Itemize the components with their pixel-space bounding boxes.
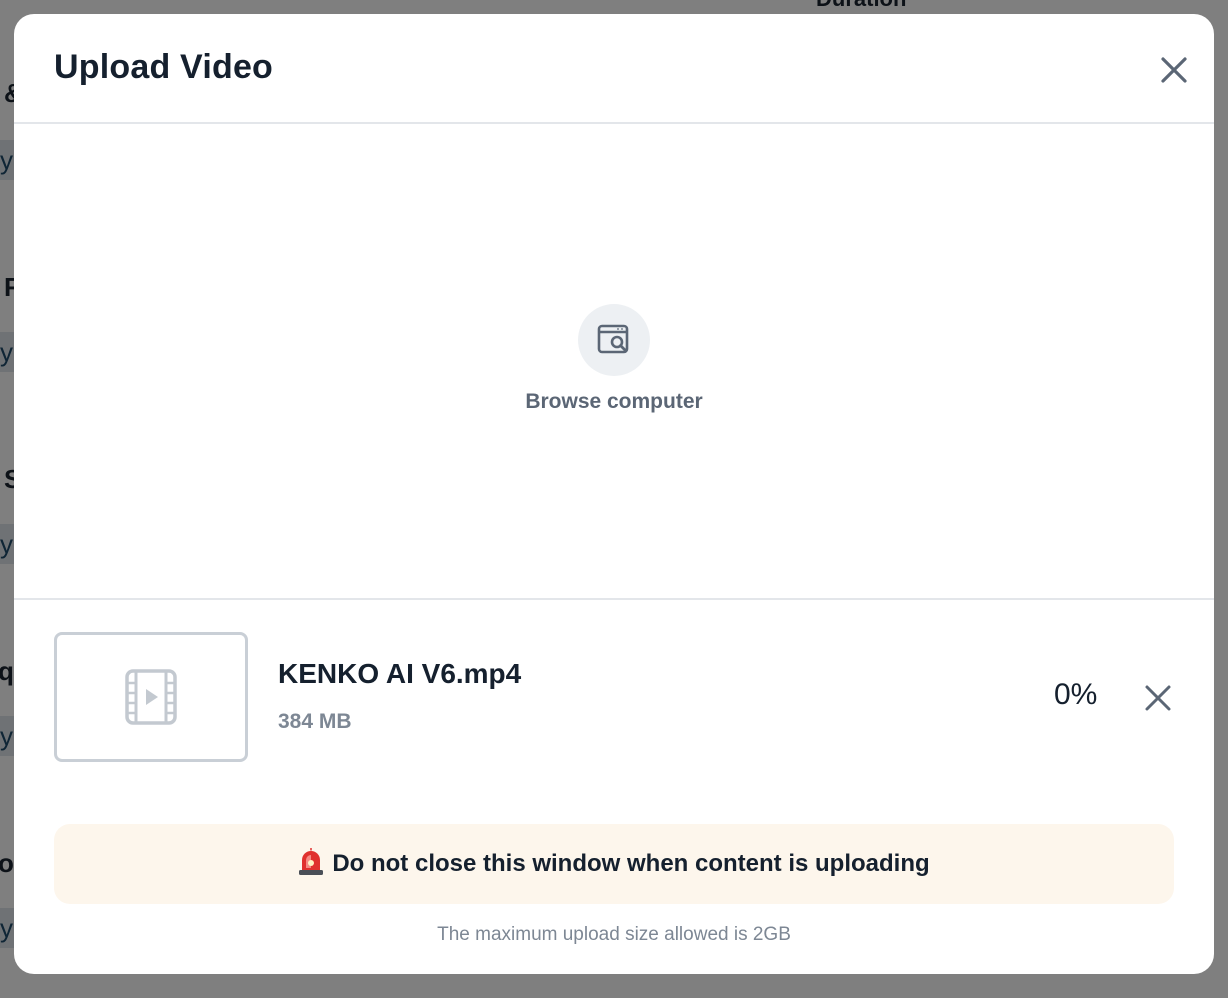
file-size: 384 MB — [278, 710, 352, 733]
close-icon — [1161, 57, 1187, 83]
video-thumbnail — [54, 632, 248, 762]
browser-search-icon — [597, 324, 629, 354]
upload-warning-banner: Do not close this window when content is… — [54, 824, 1174, 904]
file-name: KENKO AI V6.mp4 — [278, 658, 522, 689]
browse-computer-button[interactable]: Browse computer — [514, 304, 714, 424]
upload-dropzone[interactable]: Browse computer — [14, 124, 1214, 600]
rotating-light-icon — [299, 848, 324, 875]
browse-icon-circle — [578, 304, 650, 376]
upload-progress-percent: 0% — [1054, 678, 1098, 711]
modal-header: Upload Video — [14, 14, 1214, 124]
upload-video-modal: Upload Video Browse computer KENKO AI V6… — [14, 14, 1214, 974]
close-icon — [1145, 685, 1171, 711]
remove-file-button[interactable] — [1140, 680, 1176, 716]
modal-title: Upload Video — [54, 48, 274, 86]
video-file-icon — [125, 669, 177, 725]
browse-computer-label: Browse computer — [525, 390, 703, 413]
warning-content: Do not close this window when content is… — [54, 848, 1174, 878]
upload-file-item: KENKO AI V6.mp4 384 MB 0% — [14, 600, 1214, 800]
close-modal-button[interactable] — [1154, 50, 1194, 90]
upload-size-limit-note: The maximum upload size allowed is 2GB — [437, 924, 791, 945]
warning-text: Do not close this window when content is… — [332, 850, 930, 877]
